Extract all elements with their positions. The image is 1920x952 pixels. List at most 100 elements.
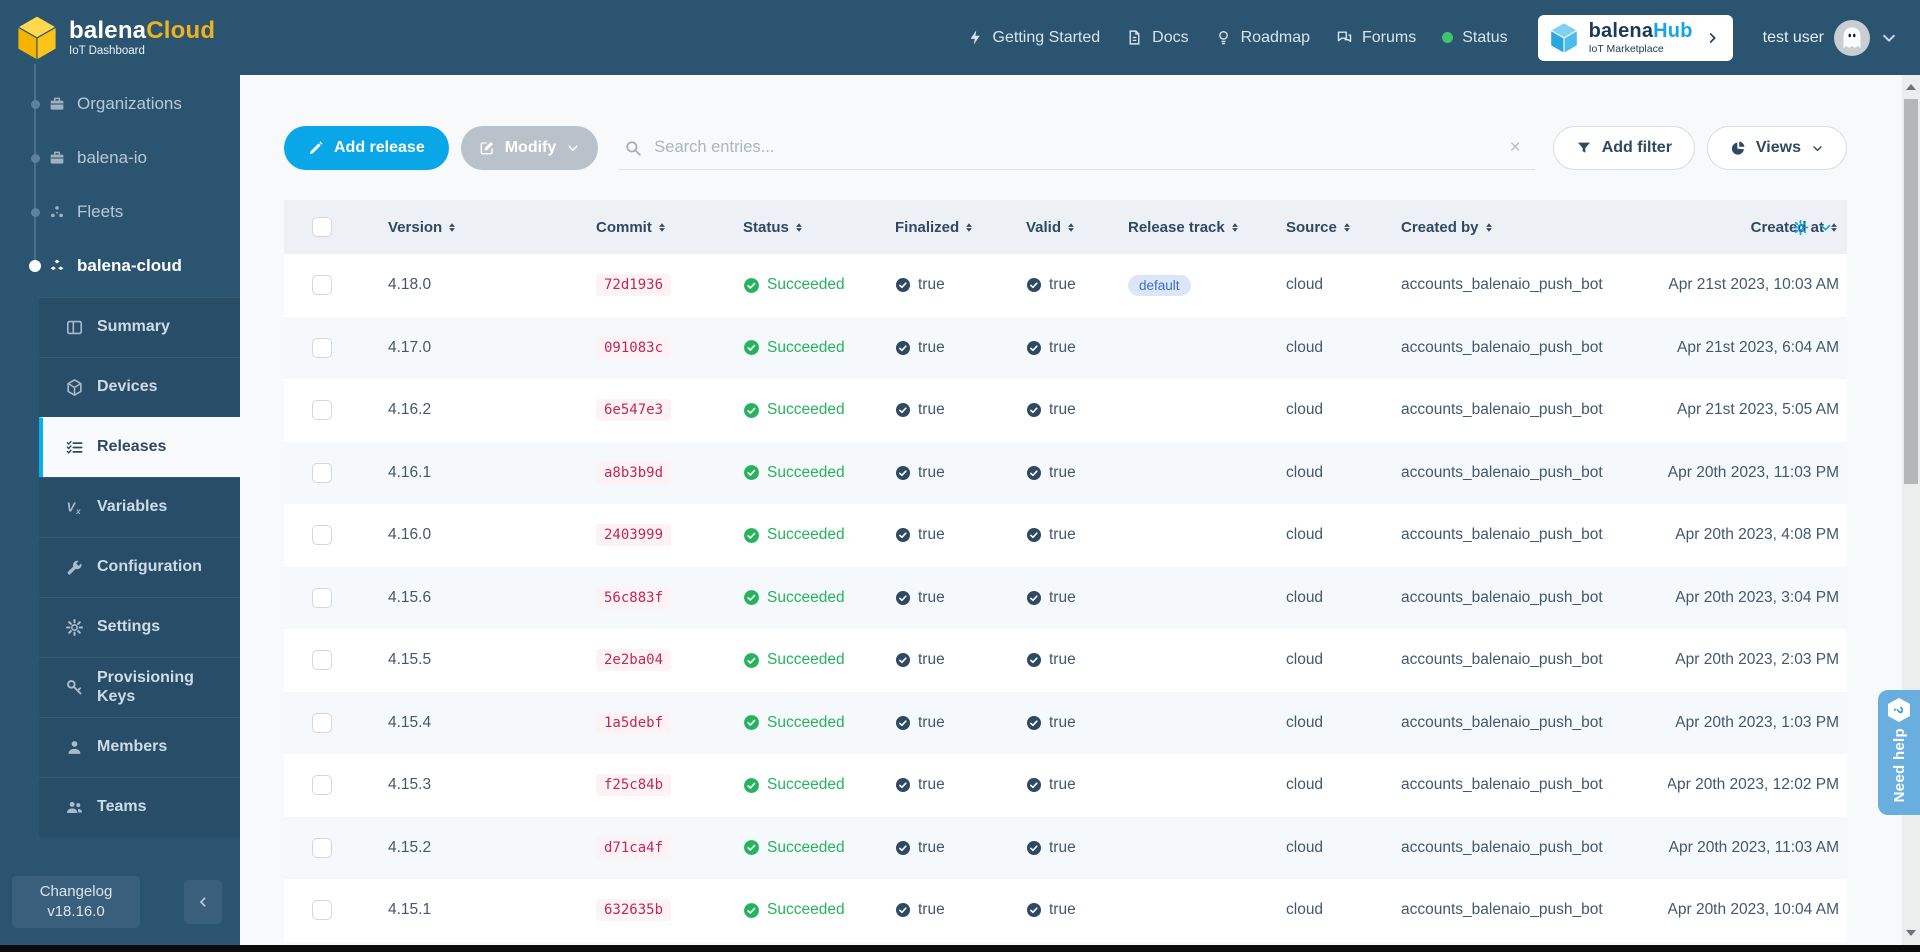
sidebar-item-fleets[interactable]: Fleets	[0, 185, 240, 239]
sort-icon[interactable]	[1066, 220, 1076, 235]
changelog-button[interactable]: Changelog v18.16.0	[12, 876, 140, 929]
sidebar-item-balena-cloud[interactable]: balena-cloud	[0, 239, 240, 293]
pie-chart-icon	[1730, 140, 1746, 156]
table-row[interactable]: 4.16.2 6e547e3 Succeeded true true cloud…	[284, 379, 1847, 442]
column-header-finalized[interactable]: Finalized	[895, 219, 1026, 236]
commit-hash[interactable]: 2403999	[596, 524, 671, 546]
nav-label: Roadmap	[1241, 29, 1310, 47]
sidebar-item-releases[interactable]: Releases	[39, 417, 240, 477]
scroll-down-arrow[interactable]	[1902, 925, 1920, 941]
column-header-valid[interactable]: Valid	[1026, 219, 1128, 236]
sort-icon[interactable]	[657, 220, 667, 235]
column-settings-gear-icon[interactable]	[1792, 219, 1809, 236]
row-checkbox[interactable]	[312, 650, 332, 670]
row-select-cell	[284, 400, 388, 420]
commit-hash[interactable]: a8b3b9d	[596, 462, 671, 484]
commit-hash[interactable]: 72d1936	[596, 274, 671, 296]
scroll-up-arrow[interactable]	[1902, 79, 1920, 95]
sidebar-item-members[interactable]: Members	[39, 717, 240, 777]
column-header-commit[interactable]: Commit	[596, 219, 743, 236]
sort-icon[interactable]	[964, 220, 974, 235]
row-checkbox[interactable]	[312, 588, 332, 608]
sort-icon[interactable]	[1342, 220, 1352, 235]
clear-search-button[interactable]: ×	[1506, 138, 1525, 157]
sort-icon[interactable]	[1230, 220, 1240, 235]
row-checkbox[interactable]	[312, 463, 332, 483]
check-circle-icon	[1026, 340, 1042, 356]
nav-docs[interactable]: Docs	[1126, 29, 1188, 47]
status-cell: Succeeded	[743, 339, 895, 357]
sidebar-item-label: Settings	[97, 618, 160, 636]
fleet-submenu: Summary Devices Releases Variables Confi…	[39, 297, 240, 837]
row-checkbox[interactable]	[312, 338, 332, 358]
row-checkbox[interactable]	[312, 838, 332, 858]
sidebar-item-balena-io[interactable]: balena-io	[0, 131, 240, 185]
commit-hash[interactable]: 632635b	[596, 899, 671, 921]
row-checkbox[interactable]	[312, 713, 332, 733]
sidebar-item-devices[interactable]: Devices	[39, 357, 240, 417]
select-all-checkbox[interactable]	[312, 217, 332, 237]
scrollbar-thumb[interactable]	[1904, 99, 1918, 484]
commit-hash[interactable]: f25c84b	[596, 774, 671, 796]
sidebar-item-organizations[interactable]: Organizations	[0, 77, 240, 131]
column-header-version[interactable]: Version	[388, 219, 596, 236]
sidebar-item-teams[interactable]: Teams	[39, 777, 240, 837]
column-header-created-by[interactable]: Created by	[1401, 219, 1668, 236]
created-by-cell: accounts_balenaio_push_bot	[1401, 339, 1668, 357]
sort-icon[interactable]	[1484, 220, 1494, 235]
row-checkbox[interactable]	[312, 900, 332, 920]
table-row[interactable]: 4.15.4 1a5debf Succeeded true true cloud…	[284, 692, 1847, 755]
row-checkbox[interactable]	[312, 775, 332, 795]
commit-hash[interactable]: 2e2ba04	[596, 649, 671, 671]
nav-getting-started[interactable]: Getting Started	[967, 29, 1101, 47]
commit-hash[interactable]: 6e547e3	[596, 399, 671, 421]
column-header-source[interactable]: Source	[1286, 219, 1401, 236]
source-cell: cloud	[1286, 464, 1401, 482]
nav-status[interactable]: Status	[1442, 29, 1507, 47]
user-menu[interactable]: test user	[1763, 20, 1898, 56]
nav-roadmap[interactable]: Roadmap	[1215, 29, 1310, 47]
table-row[interactable]: 4.17.0 091083c Succeeded true true cloud…	[284, 317, 1847, 380]
column-header-release-track[interactable]: Release track	[1128, 219, 1286, 236]
table-row[interactable]: 4.15.5 2e2ba04 Succeeded true true cloud…	[284, 629, 1847, 692]
modify-button[interactable]: Modify	[461, 126, 599, 170]
sidebar-item-settings[interactable]: Settings	[39, 597, 240, 657]
sort-icon[interactable]	[794, 220, 804, 235]
hub-subtitle: IoT Marketplace	[1589, 43, 1693, 55]
table-row[interactable]: 4.16.0 2403999 Succeeded true true cloud…	[284, 504, 1847, 567]
top-navbar: balenaCloud IoT Dashboard Getting Starte…	[0, 0, 1920, 75]
commit-hash[interactable]: 091083c	[596, 337, 671, 359]
add-filter-button[interactable]: Add filter	[1553, 126, 1695, 170]
commit-hash[interactable]: d71ca4f	[596, 837, 671, 859]
sidebar-collapse-button[interactable]	[184, 880, 222, 924]
commit-hash[interactable]: 56c883f	[596, 587, 671, 609]
views-button[interactable]: Views	[1707, 126, 1847, 170]
nav-forums[interactable]: Forums	[1336, 29, 1416, 47]
table-row[interactable]: 4.15.6 56c883f Succeeded true true cloud…	[284, 567, 1847, 630]
sidebar-item-summary[interactable]: Summary	[39, 297, 240, 357]
sidebar-item-configuration[interactable]: Configuration	[39, 537, 240, 597]
table-row[interactable]: 4.16.1 a8b3b9d Succeeded true true cloud…	[284, 442, 1847, 505]
sort-icon[interactable]	[447, 220, 457, 235]
need-help-tab[interactable]: ? Need help	[1878, 690, 1920, 815]
sidebar-item-provisioning-keys[interactable]: Provisioning Keys	[39, 657, 240, 717]
brand-logo[interactable]: balenaCloud IoT Dashboard	[14, 14, 215, 62]
commit-hash[interactable]: 1a5debf	[596, 712, 671, 734]
add-release-button[interactable]: Add release	[284, 126, 449, 170]
search-input[interactable]	[654, 138, 1493, 157]
row-select-cell	[284, 900, 388, 920]
table-body: 4.18.0 72d1936 Succeeded true true defau…	[284, 254, 1847, 942]
row-checkbox[interactable]	[312, 400, 332, 420]
row-checkbox[interactable]	[312, 525, 332, 545]
table-row[interactable]: 4.15.2 d71ca4f Succeeded true true cloud…	[284, 817, 1847, 880]
nav-label: Status	[1462, 29, 1507, 47]
balena-hub-card[interactable]: balenaHub IoT Marketplace	[1538, 15, 1733, 61]
row-checkbox[interactable]	[312, 275, 332, 295]
column-header-status[interactable]: Status	[743, 219, 895, 236]
chevron-down-icon[interactable]	[1818, 220, 1833, 235]
table-row[interactable]: 4.15.3 f25c84b Succeeded true true cloud…	[284, 754, 1847, 817]
sidebar-item-label: Configuration	[97, 558, 202, 576]
table-row[interactable]: 4.18.0 72d1936 Succeeded true true defau…	[284, 254, 1847, 317]
table-row[interactable]: 4.15.1 632635b Succeeded true true cloud…	[284, 879, 1847, 942]
sidebar-item-variables[interactable]: Variables	[39, 477, 240, 537]
